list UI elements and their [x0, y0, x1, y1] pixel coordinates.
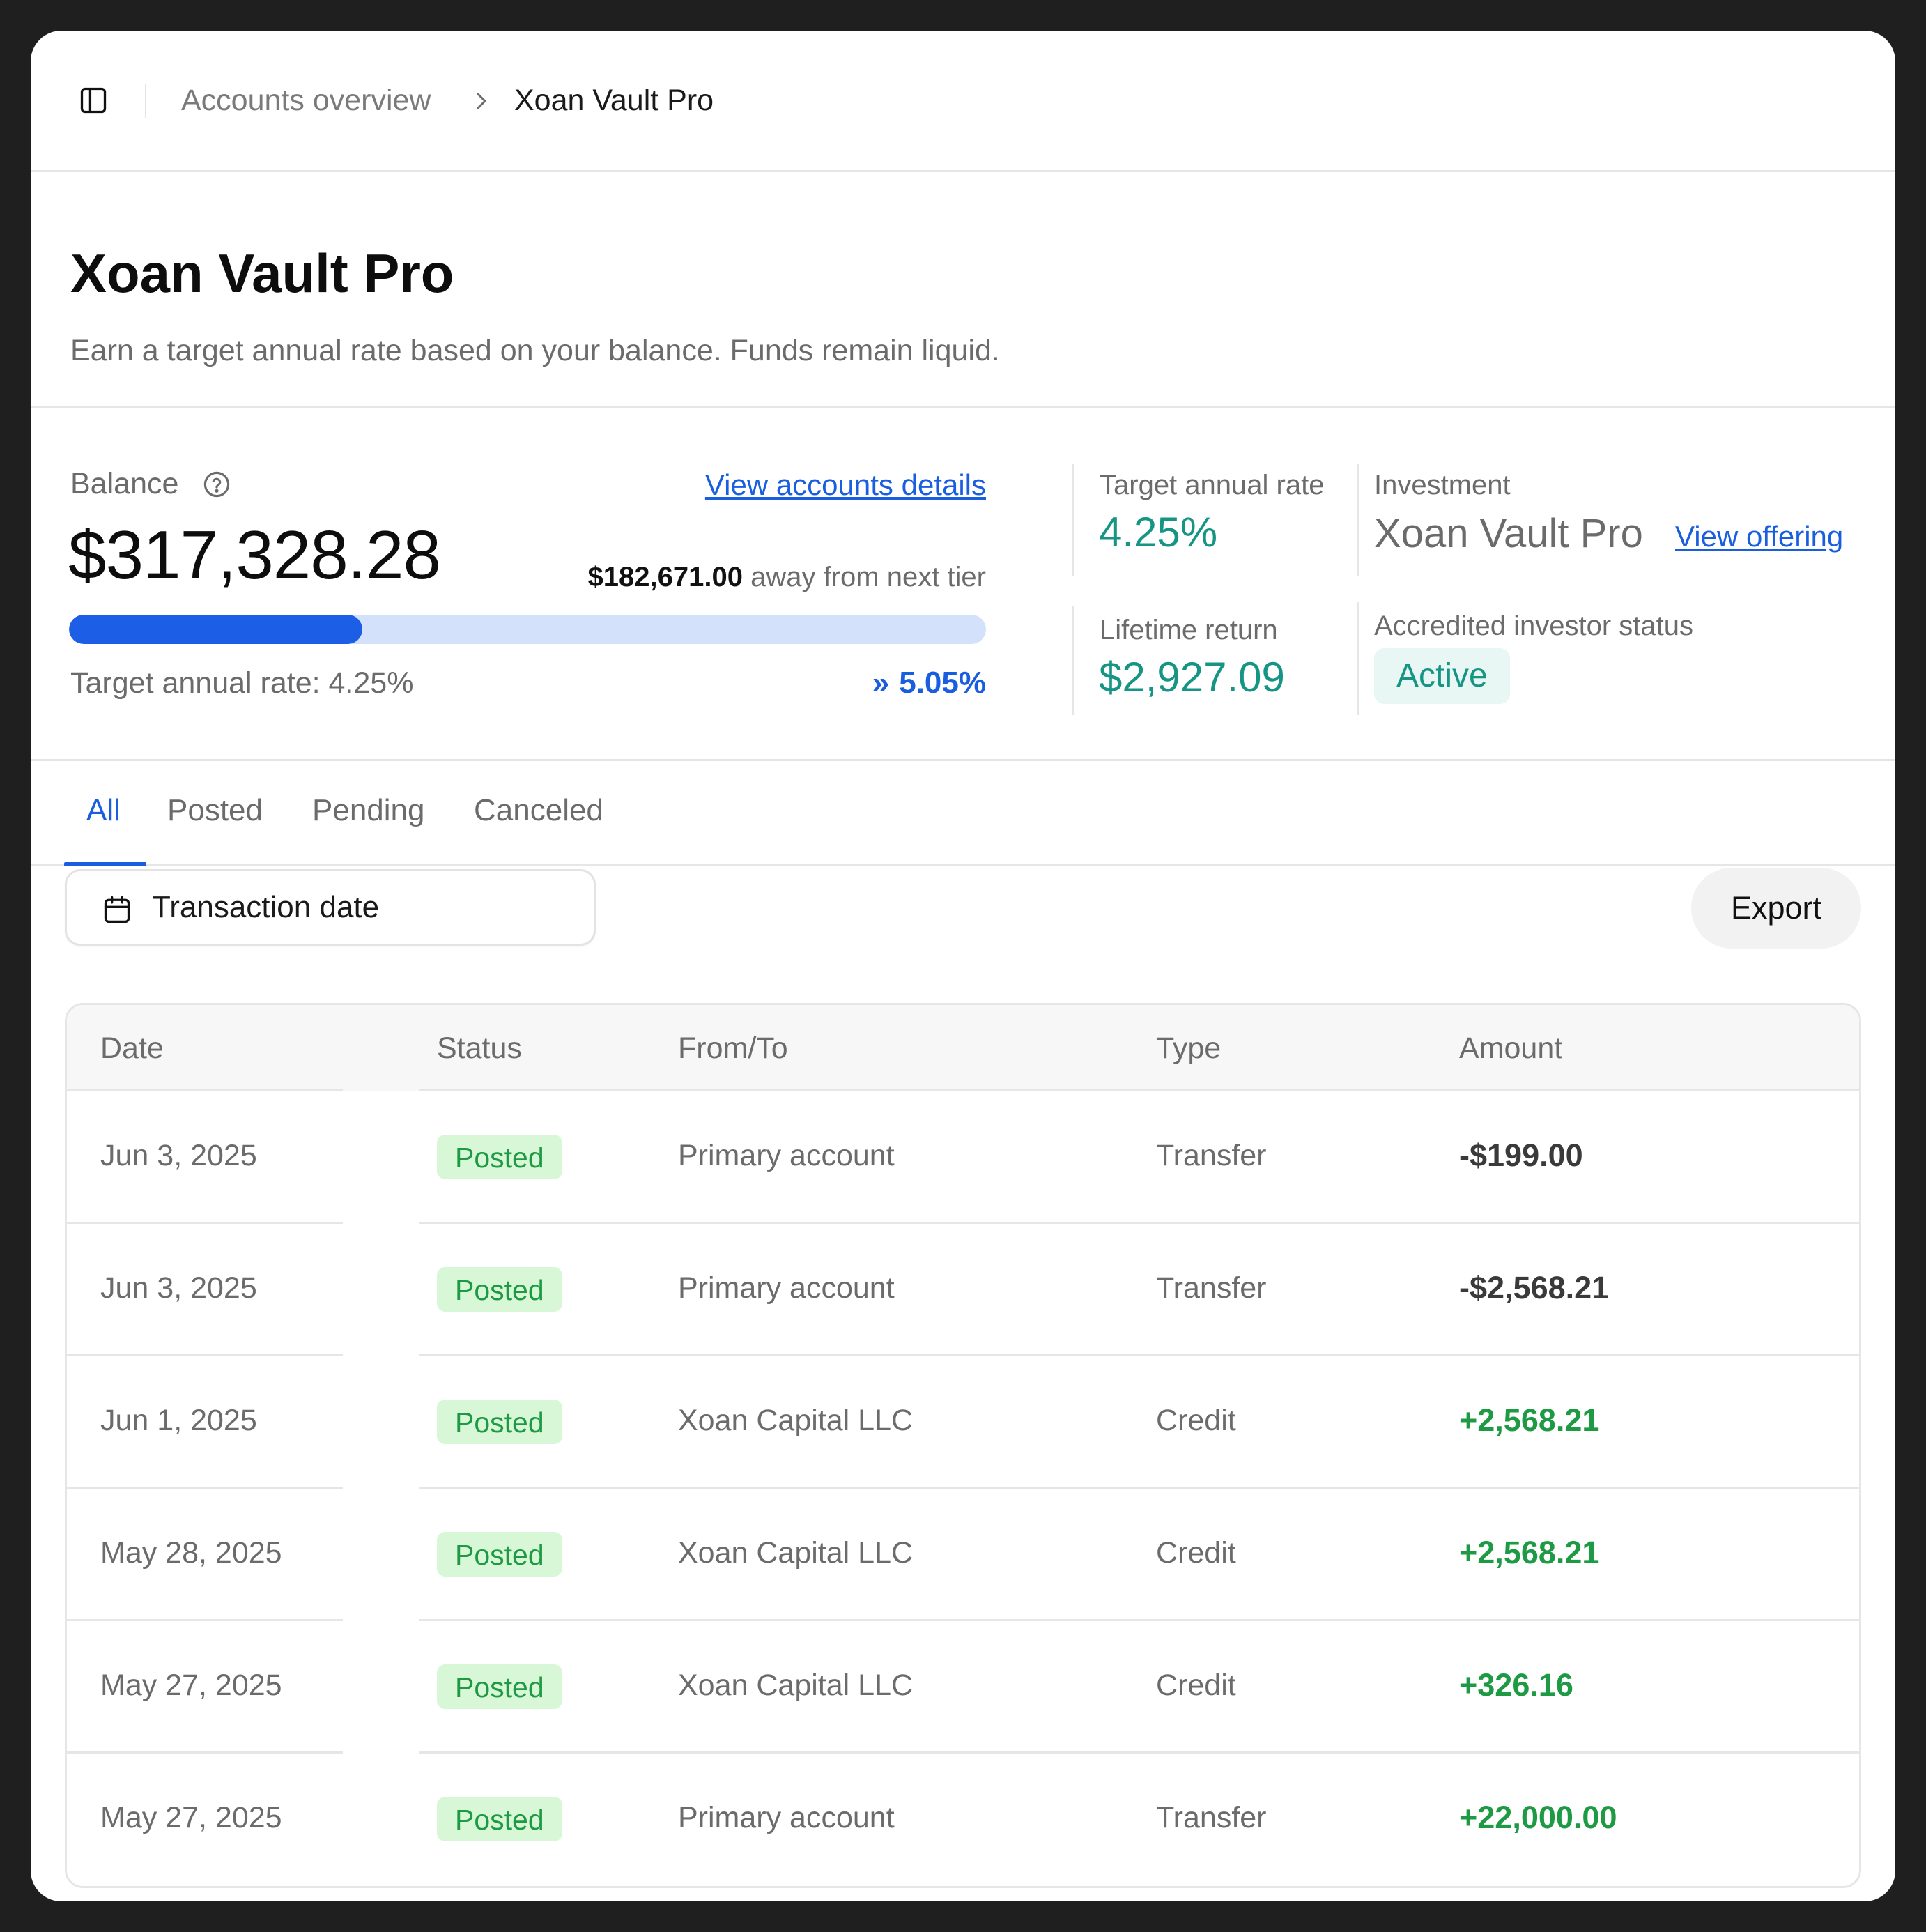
help-circle-icon[interactable] — [202, 470, 231, 499]
row-date: Jun 1, 2025 — [100, 1404, 257, 1437]
balance-label: Balance — [70, 467, 179, 500]
row-date: May 27, 2025 — [100, 1801, 282, 1834]
transactions-table: Date Status From/To Type Amount Jun 3, 2… — [65, 1003, 1861, 1888]
row-amount: +22,000.00 — [1459, 1800, 1617, 1835]
row-type: Credit — [1156, 1669, 1236, 1702]
row-date: May 27, 2025 — [100, 1669, 282, 1702]
divider — [1072, 464, 1074, 576]
status-badge: Posted — [437, 1532, 562, 1577]
status-badge: Posted — [437, 1267, 562, 1312]
tab-posted[interactable]: Posted — [167, 790, 263, 831]
table-row[interactable]: Jun 3, 2025 Posted Primary account Trans… — [67, 1091, 1859, 1224]
table-row[interactable]: May 28, 2025 Posted Xoan Capital LLC Cre… — [67, 1489, 1859, 1621]
row-amount: -$2,568.21 — [1459, 1270, 1610, 1305]
column-header-amount[interactable]: Amount — [1459, 1027, 1562, 1069]
transaction-tabs: All Posted Pending Canceled — [31, 759, 1895, 866]
next-tier-label: away from next tier — [742, 562, 986, 592]
investment-label: Investment — [1374, 470, 1511, 500]
lifetime-return-value: $2,927.09 — [1099, 654, 1285, 700]
row-amount: +326.16 — [1459, 1667, 1573, 1703]
calendar-icon — [104, 896, 130, 923]
column-header-status[interactable]: Status — [437, 1027, 522, 1069]
next-tier-amount: $182,671.00 — [587, 562, 743, 592]
investment-name: Xoan Vault Pro — [1374, 511, 1643, 556]
row-type: Credit — [1156, 1404, 1236, 1437]
page-title: Xoan Vault Pro — [70, 243, 454, 304]
chevron-right-icon — [477, 93, 486, 109]
tab-pending[interactable]: Pending — [312, 790, 424, 831]
top-bar: Accounts overview Xoan Vault Pro — [31, 31, 1895, 172]
row-date: Jun 3, 2025 — [100, 1139, 257, 1172]
page-subtitle: Earn a target annual rate based on your … — [70, 334, 1000, 367]
status-badge: Posted — [437, 1797, 562, 1841]
export-button[interactable]: Export — [1691, 868, 1861, 949]
row-from-to: Xoan Capital LLC — [678, 1669, 914, 1702]
app-window: Accounts overview Xoan Vault Pro Xoan Va… — [31, 31, 1895, 1901]
table-row[interactable]: Jun 3, 2025 Posted Primary account Trans… — [67, 1224, 1859, 1356]
status-badge: Posted — [437, 1135, 562, 1179]
row-amount: +2,568.21 — [1459, 1402, 1600, 1438]
balance-amount: $317,328.28 — [68, 516, 441, 593]
target-rate-value: 4.25% — [1099, 509, 1218, 555]
status-badge: Posted — [437, 1400, 562, 1444]
next-tier-rate: » 5.05% — [872, 664, 986, 703]
divider — [1072, 606, 1074, 715]
breadcrumb-current: Xoan Vault Pro — [514, 84, 714, 117]
table-row[interactable]: Jun 1, 2025 Posted Xoan Capital LLC Cred… — [67, 1356, 1859, 1489]
row-type: Transfer — [1156, 1801, 1267, 1834]
tier-progress-bar — [69, 615, 986, 644]
row-from-to: Primary account — [678, 1271, 895, 1305]
active-tab-indicator — [64, 862, 146, 866]
divider — [1357, 464, 1359, 576]
row-date: Jun 3, 2025 — [100, 1271, 257, 1305]
divider — [1357, 602, 1359, 715]
accredited-status-label: Accredited investor status — [1374, 611, 1693, 641]
row-from-to: Primary account — [678, 1139, 895, 1172]
accredited-status-badge: Active — [1374, 648, 1510, 704]
double-chevron-right-icon: » — [872, 666, 890, 700]
status-badge: Posted — [437, 1664, 562, 1709]
transaction-date-label: Transaction date — [152, 890, 380, 924]
table-row[interactable]: May 27, 2025 Posted Primary account Tran… — [67, 1754, 1859, 1886]
target-rate-label: Target annual rate — [1100, 470, 1325, 500]
lifetime-return-label: Lifetime return — [1100, 615, 1278, 645]
current-rate-text: Target annual rate: 4.25% — [70, 666, 414, 700]
sidebar-toggle-icon[interactable] — [78, 85, 109, 116]
row-from-to: Xoan Capital LLC — [678, 1536, 914, 1570]
transaction-date-filter[interactable]: Transaction date — [65, 869, 596, 946]
column-header-date[interactable]: Date — [100, 1027, 164, 1069]
view-account-details-link[interactable]: View accounts details — [705, 466, 986, 505]
row-amount: -$199.00 — [1459, 1137, 1583, 1173]
table-row[interactable]: May 27, 2025 Posted Xoan Capital LLC Cre… — [67, 1621, 1859, 1754]
tab-canceled[interactable]: Canceled — [474, 790, 603, 831]
divider — [145, 84, 146, 118]
next-tier-rate-value: 5.05% — [899, 666, 986, 700]
column-header-type[interactable]: Type — [1156, 1027, 1221, 1069]
row-from-to: Primary account — [678, 1801, 895, 1834]
page-header: Xoan Vault Pro Earn a target annual rate… — [31, 172, 1895, 408]
row-type: Transfer — [1156, 1271, 1267, 1305]
row-type: Credit — [1156, 1536, 1236, 1570]
tier-progress-fill — [69, 615, 363, 644]
account-summary: Balance View accounts details $317,328.2… — [31, 408, 1895, 761]
tab-all[interactable]: All — [86, 790, 121, 831]
next-tier-text: $182,671.00 away from next tier — [588, 558, 986, 597]
breadcrumb-parent[interactable]: Accounts overview — [181, 81, 431, 120]
table-header: Date Status From/To Type Amount — [67, 1005, 1859, 1091]
row-date: May 28, 2025 — [100, 1536, 282, 1570]
column-header-from-to[interactable]: From/To — [678, 1027, 788, 1069]
row-from-to: Xoan Capital LLC — [678, 1404, 914, 1437]
view-offering-link[interactable]: View offering — [1675, 519, 1843, 555]
row-type: Transfer — [1156, 1139, 1267, 1172]
row-amount: +2,568.21 — [1459, 1535, 1600, 1570]
